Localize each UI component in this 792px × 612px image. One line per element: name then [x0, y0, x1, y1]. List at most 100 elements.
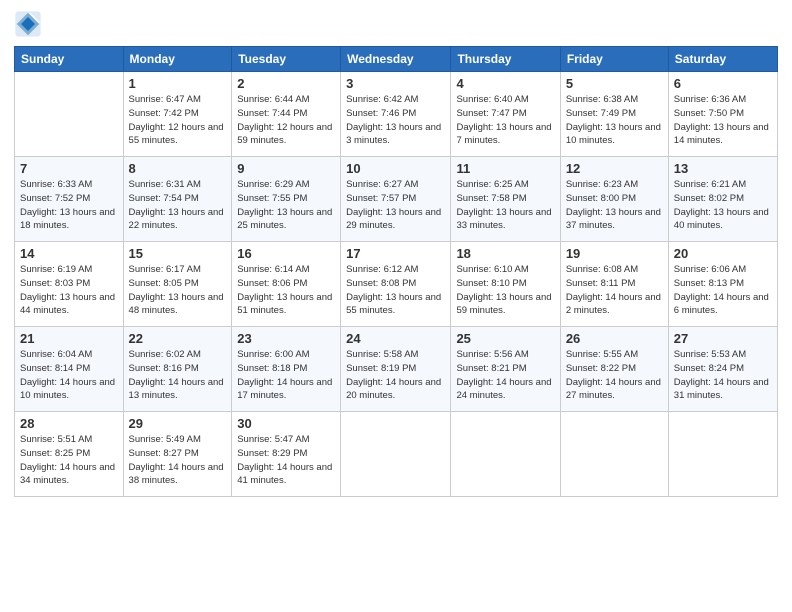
- day-number: 9: [237, 161, 335, 176]
- calendar-cell: [341, 412, 451, 497]
- day-info: Sunrise: 5:55 AMSunset: 8:22 PMDaylight:…: [566, 348, 663, 403]
- day-info: Sunrise: 6:21 AMSunset: 8:02 PMDaylight:…: [674, 178, 772, 233]
- day-number: 24: [346, 331, 445, 346]
- day-number: 19: [566, 246, 663, 261]
- calendar-cell: 9Sunrise: 6:29 AMSunset: 7:55 PMDaylight…: [232, 157, 341, 242]
- day-info: Sunrise: 6:31 AMSunset: 7:54 PMDaylight:…: [129, 178, 227, 233]
- day-info: Sunrise: 6:27 AMSunset: 7:57 PMDaylight:…: [346, 178, 445, 233]
- day-number: 22: [129, 331, 227, 346]
- day-number: 15: [129, 246, 227, 261]
- day-number: 4: [456, 76, 554, 91]
- calendar-cell: 14 Sunrise: 6:19 AMSunset: 8:03 PMDayligh…: [15, 242, 124, 327]
- calendar-cell: [668, 412, 777, 497]
- day-number: 18: [456, 246, 554, 261]
- day-number: 23: [237, 331, 335, 346]
- page-header: [14, 10, 778, 38]
- day-number: 3: [346, 76, 445, 91]
- calendar-page: SundayMondayTuesdayWednesdayThursdayFrid…: [0, 0, 792, 612]
- day-info: Sunrise: 6:02 AMSunset: 8:16 PMDaylight:…: [129, 348, 227, 403]
- day-number: 29: [129, 416, 227, 431]
- calendar-cell: 29 Sunrise: 5:49 AMSunset: 8:27 PMDayligh…: [123, 412, 232, 497]
- day-info: Sunrise: 6:25 AMSunset: 7:58 PMDaylight:…: [456, 178, 554, 233]
- day-number: 16: [237, 246, 335, 261]
- calendar-cell: 11 Sunrise: 6:25 AMSunset: 7:58 PMDayligh…: [451, 157, 560, 242]
- day-number: 6: [674, 76, 772, 91]
- calendar-table: SundayMondayTuesdayWednesdayThursdayFrid…: [14, 46, 778, 497]
- calendar-week-row: 14 Sunrise: 6:19 AMSunset: 8:03 PMDayligh…: [15, 242, 778, 327]
- weekday-header-friday: Friday: [560, 47, 668, 72]
- logo-icon: [14, 10, 42, 38]
- calendar-cell: 23 Sunrise: 6:00 AMSunset: 8:18 PMDayligh…: [232, 327, 341, 412]
- day-number: 11: [456, 161, 554, 176]
- calendar-cell: 10Sunrise: 6:27 AMSunset: 7:57 PMDayligh…: [341, 157, 451, 242]
- day-number: 12: [566, 161, 663, 176]
- calendar-week-row: 1 Sunrise: 6:47 AMSunset: 7:42 PMDaylight…: [15, 72, 778, 157]
- day-number: 1: [129, 76, 227, 91]
- calendar-cell: 2 Sunrise: 6:44 AMSunset: 7:44 PMDaylight…: [232, 72, 341, 157]
- day-number: 2: [237, 76, 335, 91]
- day-info: Sunrise: 6:38 AMSunset: 7:49 PMDaylight:…: [566, 93, 663, 148]
- calendar-cell: 28 Sunrise: 5:51 AMSunset: 8:25 PMDayligh…: [15, 412, 124, 497]
- day-info: Sunrise: 6:36 AMSunset: 7:50 PMDaylight:…: [674, 93, 772, 148]
- day-info: Sunrise: 6:19 AMSunset: 8:03 PMDaylight:…: [20, 263, 118, 318]
- day-info: Sunrise: 5:53 AMSunset: 8:24 PMDaylight:…: [674, 348, 772, 403]
- day-number: 7: [20, 161, 118, 176]
- day-number: 30: [237, 416, 335, 431]
- calendar-cell: 26 Sunrise: 5:55 AMSunset: 8:22 PMDayligh…: [560, 327, 668, 412]
- calendar-cell: [15, 72, 124, 157]
- calendar-cell: 20Sunrise: 6:06 AMSunset: 8:13 PMDayligh…: [668, 242, 777, 327]
- day-info: Sunrise: 6:00 AMSunset: 8:18 PMDaylight:…: [237, 348, 335, 403]
- day-number: 20: [674, 246, 772, 261]
- day-info: Sunrise: 6:42 AMSunset: 7:46 PMDaylight:…: [346, 93, 445, 148]
- day-info: Sunrise: 6:14 AMSunset: 8:06 PMDaylight:…: [237, 263, 335, 318]
- calendar-cell: 3 Sunrise: 6:42 AMSunset: 7:46 PMDaylight…: [341, 72, 451, 157]
- day-number: 14: [20, 246, 118, 261]
- weekday-header-sunday: Sunday: [15, 47, 124, 72]
- calendar-cell: 16 Sunrise: 6:14 AMSunset: 8:06 PMDayligh…: [232, 242, 341, 327]
- day-info: Sunrise: 5:51 AMSunset: 8:25 PMDaylight:…: [20, 433, 118, 488]
- calendar-cell: 5 Sunrise: 6:38 AMSunset: 7:49 PMDaylight…: [560, 72, 668, 157]
- calendar-cell: 8 Sunrise: 6:31 AMSunset: 7:54 PMDaylight…: [123, 157, 232, 242]
- calendar-cell: 7 Sunrise: 6:33 AMSunset: 7:52 PMDaylight…: [15, 157, 124, 242]
- calendar-cell: 1 Sunrise: 6:47 AMSunset: 7:42 PMDaylight…: [123, 72, 232, 157]
- day-info: Sunrise: 5:49 AMSunset: 8:27 PMDaylight:…: [129, 433, 227, 488]
- day-info: Sunrise: 6:12 AMSunset: 8:08 PMDaylight:…: [346, 263, 445, 318]
- day-info: Sunrise: 6:23 AMSunset: 8:00 PMDaylight:…: [566, 178, 663, 233]
- calendar-cell: 17 Sunrise: 6:12 AMSunset: 8:08 PMDayligh…: [341, 242, 451, 327]
- day-number: 5: [566, 76, 663, 91]
- calendar-cell: [451, 412, 560, 497]
- calendar-cell: 19Sunrise: 6:08 AMSunset: 8:11 PMDayligh…: [560, 242, 668, 327]
- calendar-cell: [560, 412, 668, 497]
- day-number: 26: [566, 331, 663, 346]
- day-info: Sunrise: 5:58 AMSunset: 8:19 PMDaylight:…: [346, 348, 445, 403]
- calendar-cell: 24 Sunrise: 5:58 AMSunset: 8:19 PMDayligh…: [341, 327, 451, 412]
- weekday-header-tuesday: Tuesday: [232, 47, 341, 72]
- calendar-week-row: 7 Sunrise: 6:33 AMSunset: 7:52 PMDaylight…: [15, 157, 778, 242]
- calendar-cell: 15 Sunrise: 6:17 AMSunset: 8:05 PMDayligh…: [123, 242, 232, 327]
- day-info: Sunrise: 6:44 AMSunset: 7:44 PMDaylight:…: [237, 93, 335, 148]
- day-info: Sunrise: 6:10 AMSunset: 8:10 PMDaylight:…: [456, 263, 554, 318]
- weekday-header-saturday: Saturday: [668, 47, 777, 72]
- weekday-header-thursday: Thursday: [451, 47, 560, 72]
- weekday-header-row: SundayMondayTuesdayWednesdayThursdayFrid…: [15, 47, 778, 72]
- calendar-cell: 13 Sunrise: 6:21 AMSunset: 8:02 PMDayligh…: [668, 157, 777, 242]
- calendar-cell: 18 Sunrise: 6:10 AMSunset: 8:10 PMDayligh…: [451, 242, 560, 327]
- day-info: Sunrise: 5:47 AMSunset: 8:29 PMDaylight:…: [237, 433, 335, 488]
- day-number: 28: [20, 416, 118, 431]
- calendar-cell: 21Sunrise: 6:04 AMSunset: 8:14 PMDayligh…: [15, 327, 124, 412]
- day-number: 17: [346, 246, 445, 261]
- logo: [14, 10, 46, 38]
- day-number: 25: [456, 331, 554, 346]
- day-info: Sunrise: 5:56 AMSunset: 8:21 PMDaylight:…: [456, 348, 554, 403]
- calendar-cell: 22 Sunrise: 6:02 AMSunset: 8:16 PMDayligh…: [123, 327, 232, 412]
- calendar-cell: 30 Sunrise: 5:47 AMSunset: 8:29 PMDayligh…: [232, 412, 341, 497]
- calendar-cell: 6 Sunrise: 6:36 AMSunset: 7:50 PMDaylight…: [668, 72, 777, 157]
- day-info: Sunrise: 6:47 AMSunset: 7:42 PMDaylight:…: [129, 93, 227, 148]
- day-info: Sunrise: 6:17 AMSunset: 8:05 PMDaylight:…: [129, 263, 227, 318]
- day-info: Sunrise: 6:33 AMSunset: 7:52 PMDaylight:…: [20, 178, 118, 233]
- day-number: 27: [674, 331, 772, 346]
- day-number: 13: [674, 161, 772, 176]
- day-info: Sunrise: 6:40 AMSunset: 7:47 PMDaylight:…: [456, 93, 554, 148]
- day-info: Sunrise: 6:04 AMSunset: 8:14 PMDaylight:…: [20, 348, 118, 403]
- day-number: 8: [129, 161, 227, 176]
